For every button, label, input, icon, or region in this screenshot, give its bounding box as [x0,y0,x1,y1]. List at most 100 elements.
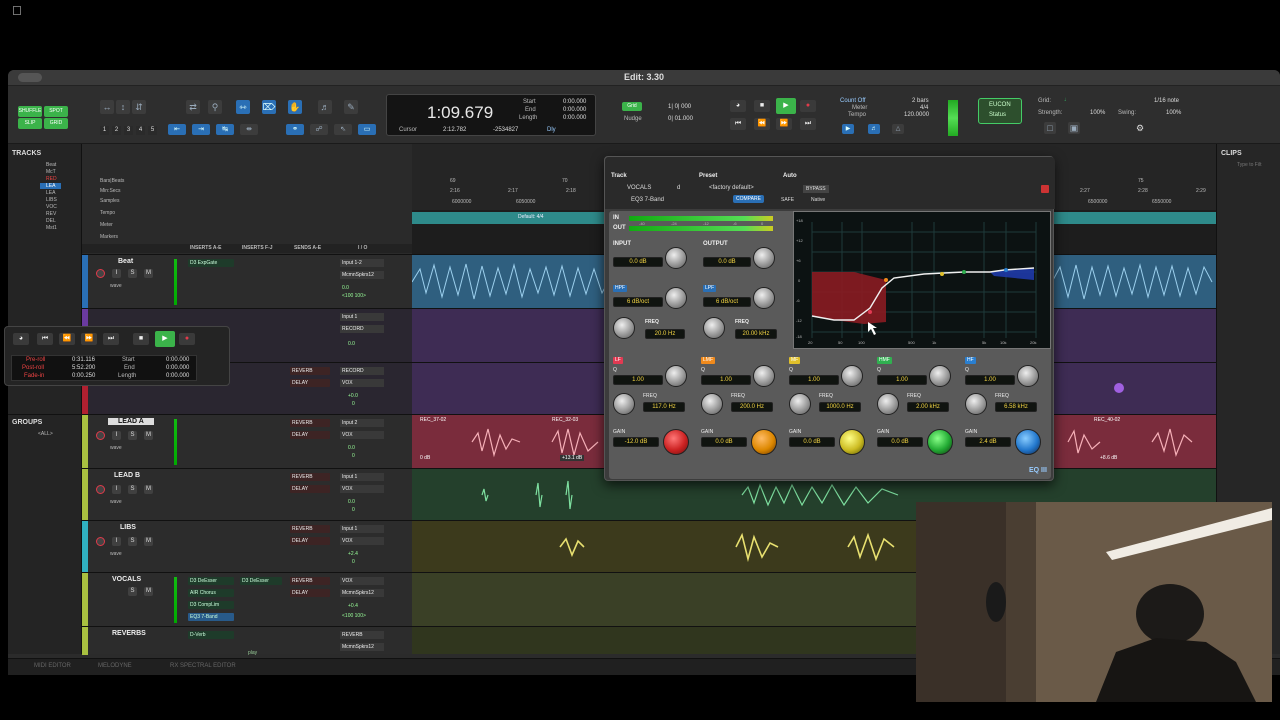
postroll-label[interactable]: Post-roll [22,365,44,371]
preroll-label[interactable]: Pre-roll [26,357,45,363]
track-list-item[interactable]: Mst1 [46,225,57,231]
track-d-selector[interactable]: d [677,185,680,191]
lf-enable[interactable]: LF [613,357,623,364]
input-monitor-button[interactable]: I [112,431,121,440]
shuffle-mode-button[interactable]: SHUFFLE [18,106,42,117]
output-selector[interactable]: McmnSpkrs12 [340,271,384,279]
hmf-gain-knob[interactable] [927,429,953,455]
mf-gain-knob[interactable] [839,429,865,455]
automation-breakpoint[interactable] [1114,383,1124,393]
track-list-item[interactable]: LEA [40,183,62,189]
volume-value[interactable]: +2.4 [348,551,358,557]
lf-freq-knob[interactable] [613,393,635,415]
input-selector[interactable]: Input 1-2 [340,259,384,267]
grid-toggle[interactable]: Grid [622,102,642,111]
nudge-value[interactable]: 0| 01.000 [668,116,693,122]
midi-merge-icon[interactable]: ▶ [842,124,854,134]
mf-q-value[interactable]: 1.00 [789,375,839,385]
input-selector[interactable]: Input 1 [340,525,384,533]
zoom-preset-4[interactable]: 4 [136,126,145,135]
view-selector[interactable]: wave [110,445,122,451]
record-arm-button[interactable] [96,269,105,278]
record-arm-button[interactable] [96,485,105,494]
stop-button[interactable]: ■ [754,100,770,112]
edit-nudge-icon[interactable]: ⇥ [192,124,210,135]
solo-button[interactable]: S [128,587,137,596]
solo-button[interactable]: S [128,269,137,278]
fadein-label[interactable]: Fade-in [24,373,44,379]
insert-slot-selected[interactable]: EQ3 7-Band [188,613,234,621]
hmf-enable[interactable]: HMF [877,357,892,364]
volume-value[interactable]: 0.0 [342,285,349,291]
zoom-preset-1[interactable]: 1 [100,126,109,135]
insert-slot[interactable]: D3 DeEsser [240,577,282,585]
input-selector[interactable]: VOX [340,577,384,585]
pan-value[interactable]: 0 [352,453,355,459]
mute-button[interactable]: M [144,485,153,494]
grid-value[interactable]: 1| 0| 000 [668,104,691,110]
pencil-tool-icon[interactable]: ✎ [344,100,358,114]
output-selector[interactable]: McmnSpkrs12 [340,589,384,597]
volume-value[interactable]: 0.0 [348,445,355,451]
preroll-value[interactable]: 0:31.116 [72,357,95,363]
send-a-slot[interactable]: REVERB [290,367,330,375]
safe-button[interactable]: SAFE [781,197,794,203]
zoom-preset-2[interactable]: 2 [112,126,121,135]
hf-freq-knob[interactable] [965,393,987,415]
bypass-button[interactable]: BYPASS [803,185,829,193]
mf-gain-value[interactable]: 0.0 dB [789,437,835,447]
send-a-slot[interactable]: REVERB [290,525,330,533]
track-list-item[interactable]: RED [46,176,57,182]
play-button[interactable]: ▶ [155,331,175,347]
automation-follows-icon[interactable]: ⇖ [334,124,352,135]
close-icon[interactable] [1041,185,1049,193]
output-selector[interactable]: VOX [340,537,384,545]
hmf-freq-knob[interactable] [877,393,899,415]
trim-tool-icon[interactable]: ⇿ [236,100,250,114]
input-monitor-button[interactable]: I [112,537,121,546]
lf-gain-knob[interactable] [663,429,689,455]
mirror-midi-icon[interactable]: ☍ [310,124,328,135]
online-button[interactable]: ◕ [13,333,29,345]
insertion-follows-icon[interactable]: ▭ [358,124,376,135]
midi-editor-tab[interactable]: MIDI EDITOR [34,663,71,669]
insert-slot[interactable]: D3 CompLim [188,601,234,609]
stop-button[interactable]: ■ [133,333,149,345]
input-monitor-button[interactable]: I [112,485,121,494]
record-arm-button[interactable] [96,537,105,546]
lmf-enable[interactable]: LMF [701,357,715,364]
eq-frequency-graph[interactable]: +18 +12 +6 0 -6 -12 -18 20 50 100 500 1k… [793,211,1051,349]
lpf-slope-knob[interactable] [753,287,775,309]
rewind-button[interactable]: ⏪ [754,118,770,130]
length-value[interactable]: 0:00.000 [166,373,189,379]
send-b-slot[interactable]: DELAY [290,537,330,545]
lf-freq-value[interactable]: 117.0 Hz [643,402,685,412]
send-b-slot[interactable]: DELAY [290,485,330,493]
track-name[interactable]: LEAD B [114,472,140,479]
clips-search-input[interactable]: Type to Filt [1237,162,1261,168]
volume-value[interactable]: 0.0 [348,499,355,505]
track-list-item[interactable]: DEL [46,218,56,224]
output-selector[interactable]: RECORD [340,325,384,333]
zoom-preset-3[interactable]: 3 [124,126,133,135]
input-gain-knob[interactable] [665,247,687,269]
view-selector[interactable]: wave [110,551,122,557]
link-track-icon[interactable]: ⚭ [286,124,304,135]
track-name[interactable]: LEAD A [108,418,154,425]
mf-enable[interactable]: MF [789,357,801,364]
output-selector[interactable]: VOX [340,485,384,493]
send-a-slot[interactable]: REVERB [290,473,330,481]
view-selector[interactable]: wave [110,283,122,289]
input-selector[interactable]: Input 1 [340,313,384,321]
hf-gain-knob[interactable] [1015,429,1041,455]
main-counter-value[interactable]: 1:09.679 [427,103,493,123]
rewind-button[interactable]: ⏪ [59,333,75,345]
swing-value[interactable]: 100% [1166,110,1181,116]
lpf-enable[interactable]: LPF [703,285,717,292]
return-to-zero-button[interactable]: ⏮ [730,118,746,130]
send-b-slot[interactable]: DELAY [290,589,330,597]
zoom-preset-5[interactable]: 5 [148,126,157,135]
slip-mode-button[interactable]: SLIP [18,118,42,129]
edit-nudge-icon[interactable]: ⇤ [168,124,186,135]
mute-button[interactable]: M [144,537,153,546]
